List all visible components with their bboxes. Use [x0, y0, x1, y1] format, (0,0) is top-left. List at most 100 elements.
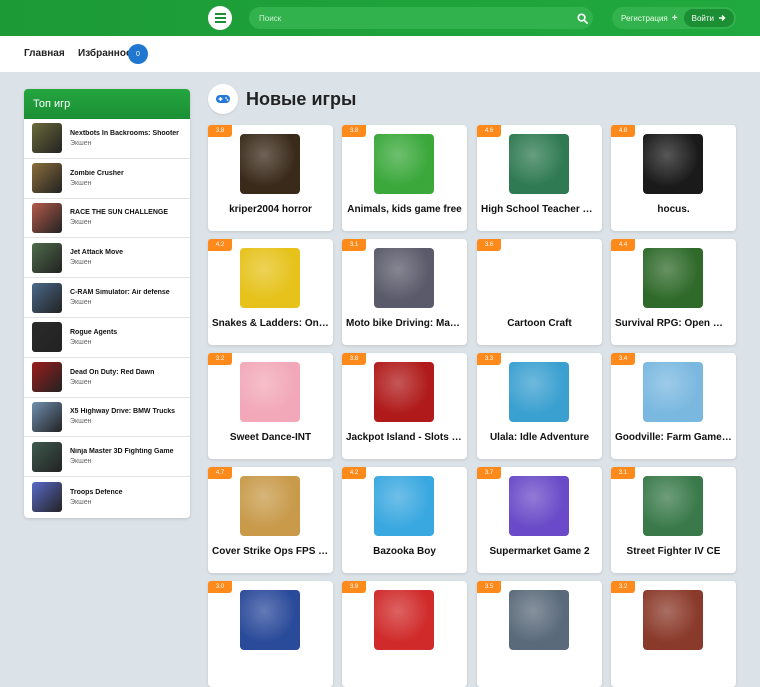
- rating-badge: 4.6: [477, 125, 501, 137]
- sidebar-game-item[interactable]: RACE THE SUN CHALLENGE Экшен: [24, 199, 190, 239]
- game-card[interactable]: 3.2: [611, 581, 736, 687]
- game-card[interactable]: 3.0: [208, 581, 333, 687]
- game-thumbnail: [32, 441, 62, 472]
- page-title: Новые игры: [246, 89, 357, 109]
- game-image: [509, 590, 569, 650]
- rating-badge: 4.2: [208, 239, 232, 251]
- rating-badge: 3.2: [208, 353, 232, 365]
- game-image: [509, 134, 569, 194]
- game-card[interactable]: 3.9: [342, 581, 467, 687]
- rating-badge: 4.8: [611, 125, 635, 137]
- sidebar-game-category: Экшен: [70, 338, 92, 346]
- game-thumbnail: [32, 202, 62, 233]
- game-title: hocus.: [657, 204, 690, 215]
- game-card[interactable]: 3.8 kriper2004 horror: [208, 125, 333, 231]
- game-card[interactable]: 3.8 Animals, kids game free: [342, 125, 467, 231]
- rating-badge: 3.2: [611, 581, 635, 593]
- sidebar-game-item[interactable]: C-RAM Simulator: Air defense Экшен: [24, 278, 190, 318]
- game-image: [643, 248, 703, 308]
- game-thumbnail: [32, 242, 62, 273]
- game-card[interactable]: 4.6 High School Teacher Life: [477, 125, 602, 231]
- game-title: Animals, kids game free: [347, 204, 462, 215]
- sidebar-game-category: Экшен: [70, 139, 92, 147]
- game-thumbnail: [32, 401, 62, 432]
- nav-home[interactable]: Главная: [24, 48, 65, 59]
- sidebar-game-item[interactable]: Ninja Master 3D Fighting Game Экшен: [24, 437, 190, 478]
- sidebar-game-item[interactable]: X5 Highway Drive: BMW Trucks Экшен: [24, 398, 190, 438]
- game-card[interactable]: 3.7 Supermarket Game 2: [477, 467, 602, 573]
- rating-badge: 3.5: [477, 581, 501, 593]
- game-title: Snakes & Ladders: Online: [212, 318, 329, 329]
- nav-favorites[interactable]: Избранное: [78, 48, 132, 59]
- login-button[interactable]: Войти: [683, 9, 734, 27]
- game-card[interactable]: 4.2 Snakes & Ladders: Online: [208, 239, 333, 345]
- register-label: Регистрация: [621, 13, 668, 23]
- game-title: Cover Strike Ops FPS Shooter: [212, 546, 329, 557]
- game-thumbnail: [32, 282, 62, 313]
- login-label: Войти: [691, 13, 714, 23]
- sidebar-game-item[interactable]: Rogue Agents Экшен: [24, 318, 190, 358]
- game-title: Survival RPG: Open World: [615, 318, 732, 329]
- sidebar-game-category: Экшен: [70, 418, 92, 426]
- register-button[interactable]: Регистрация +: [612, 13, 684, 24]
- sidebar-game-item[interactable]: Dead On Duty: Red Dawn Экшен: [24, 358, 190, 398]
- sidebar-game-item[interactable]: Troops Defence Экшен: [24, 477, 190, 517]
- game-image: [374, 476, 434, 536]
- game-image: [240, 476, 300, 536]
- sidebar-game-item[interactable]: Zombie Crusher Экшен: [24, 159, 190, 199]
- game-image: [240, 134, 300, 194]
- game-thumbnail: [32, 322, 62, 353]
- sidebar-game-category: Экшен: [70, 219, 92, 227]
- rating-badge: 4.7: [208, 467, 232, 479]
- game-card[interactable]: 3.8 Jackpot Island - Slots Machine: [342, 353, 467, 459]
- rating-badge: 3.4: [611, 353, 635, 365]
- game-card[interactable]: 3.3 Ulala: Idle Adventure: [477, 353, 602, 459]
- game-image: [240, 362, 300, 422]
- rating-badge: 3.8: [208, 125, 232, 137]
- game-thumbnail: [32, 163, 62, 194]
- rating-badge: 3.8: [342, 125, 366, 137]
- game-card[interactable]: 3.5: [477, 581, 602, 687]
- game-image: [374, 134, 434, 194]
- game-title: Supermarket Game 2: [489, 546, 590, 557]
- game-card[interactable]: 4.8 hocus.: [611, 125, 736, 231]
- game-card[interactable]: 3.4 Goodville: Farm Game Adventure: [611, 353, 736, 459]
- sidebar-title: Топ игр: [24, 89, 190, 119]
- rating-badge: 3.1: [342, 239, 366, 251]
- rating-badge: 3.6: [477, 239, 501, 251]
- game-card[interactable]: 3.2 Sweet Dance-INT: [208, 353, 333, 459]
- game-image: [509, 248, 569, 308]
- game-thumbnail: [32, 482, 62, 513]
- search-icon[interactable]: [571, 7, 593, 29]
- rating-badge: 3.8: [342, 353, 366, 365]
- game-card[interactable]: 3.1 Street Fighter IV CE: [611, 467, 736, 573]
- game-card[interactable]: 4.2 Bazooka Boy: [342, 467, 467, 573]
- game-card[interactable]: 3.1 Moto bike Driving: Master: [342, 239, 467, 345]
- sidebar-game-category: Экшен: [70, 259, 92, 267]
- favorites-count-badge: 0: [128, 44, 148, 64]
- sidebar-game-category: Экшен: [70, 498, 92, 506]
- rating-badge: 4.4: [611, 239, 635, 251]
- sidebar-game-item[interactable]: Nextbots In Backrooms: Shooter Экшен: [24, 119, 190, 159]
- rating-badge: 3.1: [611, 467, 635, 479]
- search-input[interactable]: [249, 13, 571, 23]
- game-image: [643, 590, 703, 650]
- game-card[interactable]: 3.6 Cartoon Craft: [477, 239, 602, 345]
- game-title: Goodville: Farm Game Adventure: [615, 432, 732, 443]
- menu-button[interactable]: [208, 6, 232, 30]
- sidebar-game-title: Rogue Agents: [70, 328, 118, 336]
- game-card[interactable]: 4.7 Cover Strike Ops FPS Shooter: [208, 467, 333, 573]
- auth-group: Регистрация + Войти: [612, 7, 736, 29]
- game-image: [374, 362, 434, 422]
- sidebar-game-category: Экшен: [70, 299, 92, 307]
- sidebar-game-item[interactable]: Jet Attack Move Экшен: [24, 238, 190, 279]
- game-image: [240, 248, 300, 308]
- sidebar-game-title: Zombie Crusher: [70, 169, 124, 177]
- rating-badge: 3.9: [342, 581, 366, 593]
- game-title: Ulala: Idle Adventure: [489, 432, 590, 443]
- game-card[interactable]: 4.4 Survival RPG: Open World: [611, 239, 736, 345]
- main-nav: Главная Избранное: [0, 36, 760, 72]
- sidebar-game-category: Экшен: [70, 458, 92, 466]
- game-image: [374, 590, 434, 650]
- top-header: Регистрация + Войти: [0, 0, 760, 36]
